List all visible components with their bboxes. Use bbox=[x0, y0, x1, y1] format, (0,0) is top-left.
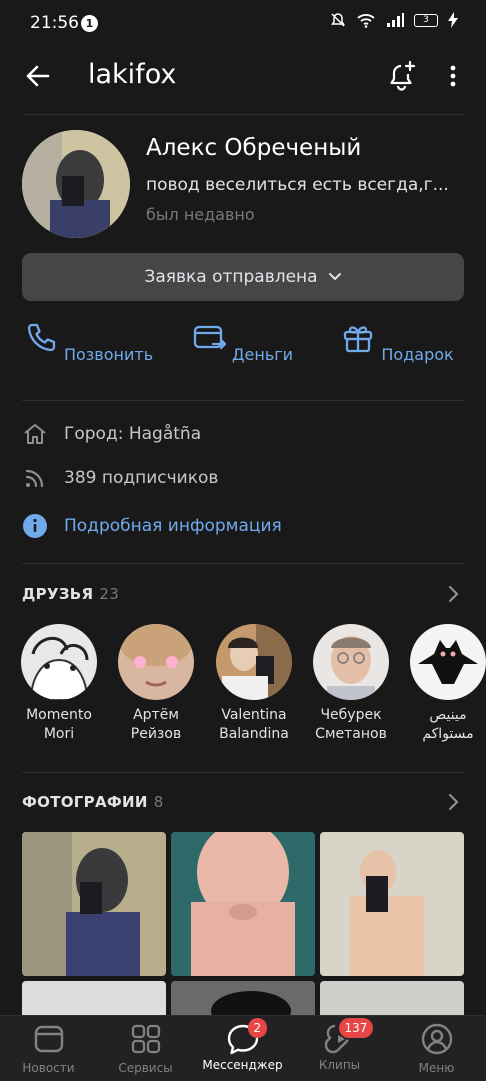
more-options-icon[interactable] bbox=[441, 60, 465, 92]
photo-thumbnail[interactable] bbox=[171, 981, 315, 1015]
tab-clips-label: Клипы bbox=[318, 1058, 361, 1072]
clips-badge: 137 bbox=[338, 1018, 374, 1038]
clips-icon-wrap: 137 bbox=[323, 1018, 374, 1056]
friends-count: 23 bbox=[99, 585, 120, 603]
details-row[interactable]: Подробная информация bbox=[22, 512, 282, 540]
chevron-right-icon[interactable] bbox=[446, 792, 462, 812]
mute-bell-icon bbox=[331, 13, 345, 27]
tab-news-label: Новости bbox=[22, 1061, 75, 1075]
services-icon bbox=[131, 1024, 160, 1054]
details-link[interactable]: Подробная информация bbox=[64, 516, 282, 536]
friends-title: ДРУЗЬЯ bbox=[22, 585, 94, 603]
charging-icon bbox=[448, 12, 458, 28]
tab-news[interactable]: Новости bbox=[0, 1022, 97, 1075]
money-label: Деньги bbox=[232, 345, 294, 364]
request-button-label: Заявка отправлена bbox=[144, 267, 318, 287]
friend-avatar bbox=[21, 624, 97, 700]
gift-icon bbox=[344, 326, 373, 353]
divider bbox=[22, 563, 464, 564]
header: lakifox bbox=[0, 52, 486, 102]
profile-name: Алекс Обреченый bbox=[146, 135, 362, 161]
friend-avatar bbox=[313, 624, 389, 700]
photo-thumbnail[interactable] bbox=[22, 832, 166, 976]
status-time: 21:56 bbox=[30, 13, 79, 33]
money-action[interactable]: Деньги bbox=[167, 320, 317, 364]
home-icon bbox=[24, 424, 46, 444]
subscribe-notifications-icon[interactable] bbox=[386, 60, 418, 92]
friend-name: Чебурек Сметанов bbox=[315, 707, 387, 742]
rss-icon bbox=[25, 469, 44, 488]
friend-item[interactable]: مينيص مستواكم bbox=[400, 624, 486, 744]
friend-name: مينيص مستواكم bbox=[422, 707, 474, 742]
friends-header[interactable]: ДРУЗЬЯ 23 bbox=[22, 585, 119, 603]
divider bbox=[22, 400, 464, 401]
friend-name: Momento Mori bbox=[26, 707, 92, 742]
divider bbox=[22, 114, 464, 115]
notification-count-badge: 1 bbox=[81, 15, 98, 32]
tab-menu-label: Меню bbox=[418, 1061, 455, 1075]
photos-count: 8 bbox=[153, 793, 164, 811]
photos-header[interactable]: ФОТОГРАФИИ 8 bbox=[22, 793, 164, 811]
info-icon bbox=[23, 514, 47, 538]
back-arrow-icon[interactable] bbox=[22, 60, 54, 92]
friend-avatar bbox=[216, 624, 292, 700]
call-action[interactable]: Позвонить bbox=[13, 320, 163, 364]
profile-status: повод веселиться есть всегда,г... bbox=[146, 175, 449, 195]
followers-text: 389 подписчиков bbox=[64, 468, 219, 488]
friend-name: Артём Рейзов bbox=[130, 707, 182, 742]
news-icon bbox=[34, 1025, 63, 1053]
photo-thumbnail[interactable] bbox=[22, 981, 166, 1015]
battery-icon: 3 bbox=[414, 13, 438, 27]
tab-services[interactable]: Сервисы bbox=[97, 1022, 194, 1075]
chevron-right-icon[interactable] bbox=[446, 584, 462, 604]
friend-item[interactable]: Чебурек Сметанов bbox=[303, 624, 399, 744]
divider bbox=[22, 772, 464, 773]
status-bar: 21:56 1 3 bbox=[0, 0, 486, 48]
city-text: Город: Hagåtña bbox=[64, 424, 202, 444]
gift-label: Подарок bbox=[381, 345, 454, 364]
friend-item[interactable]: Momento Mori bbox=[11, 624, 107, 744]
tab-messenger-label: Мессенджер bbox=[202, 1058, 283, 1072]
tab-services-label: Сервисы bbox=[118, 1061, 173, 1075]
phone-icon bbox=[27, 323, 56, 352]
friend-avatar bbox=[410, 624, 486, 700]
photos-title: ФОТОГРАФИИ bbox=[22, 793, 148, 811]
photo-thumbnail[interactable] bbox=[320, 981, 464, 1015]
city-row: Город: Hagåtña bbox=[22, 420, 201, 448]
tab-menu[interactable]: Меню bbox=[388, 1022, 485, 1075]
gift-action[interactable]: Подарок bbox=[322, 320, 472, 364]
friend-item[interactable]: Valentina Balandina bbox=[206, 624, 302, 744]
friend-item[interactable]: Артём Рейзов bbox=[108, 624, 204, 744]
tab-messenger[interactable]: 2 Мессенджер bbox=[194, 1018, 291, 1072]
photo-thumbnail[interactable] bbox=[171, 832, 315, 976]
tab-clips[interactable]: 137 Клипы bbox=[291, 1018, 388, 1072]
last-seen: был недавно bbox=[146, 205, 255, 224]
page-title: lakifox bbox=[88, 59, 177, 90]
friend-request-sent-button[interactable]: Заявка отправлена bbox=[22, 253, 464, 301]
profile-avatar[interactable] bbox=[22, 130, 130, 238]
friend-name: Valentina Balandina bbox=[219, 707, 289, 742]
followers-row[interactable]: 389 подписчиков bbox=[22, 464, 218, 492]
messenger-icon-wrap: 2 bbox=[226, 1018, 268, 1056]
chevron-down-icon bbox=[328, 273, 341, 281]
status-icons: 3 bbox=[330, 12, 458, 28]
wifi-icon bbox=[357, 14, 375, 28]
signal-icon bbox=[387, 13, 404, 27]
friend-avatar bbox=[118, 624, 194, 700]
menu-profile-icon bbox=[421, 1023, 452, 1055]
photo-thumbnail[interactable] bbox=[320, 832, 464, 976]
call-label: Позвонить bbox=[63, 345, 154, 364]
money-transfer-icon bbox=[193, 325, 227, 350]
messenger-badge: 2 bbox=[247, 1018, 268, 1038]
bottom-tab-bar: Новости Сервисы 2 Мессенджер 137 Клипы М… bbox=[0, 1015, 486, 1081]
